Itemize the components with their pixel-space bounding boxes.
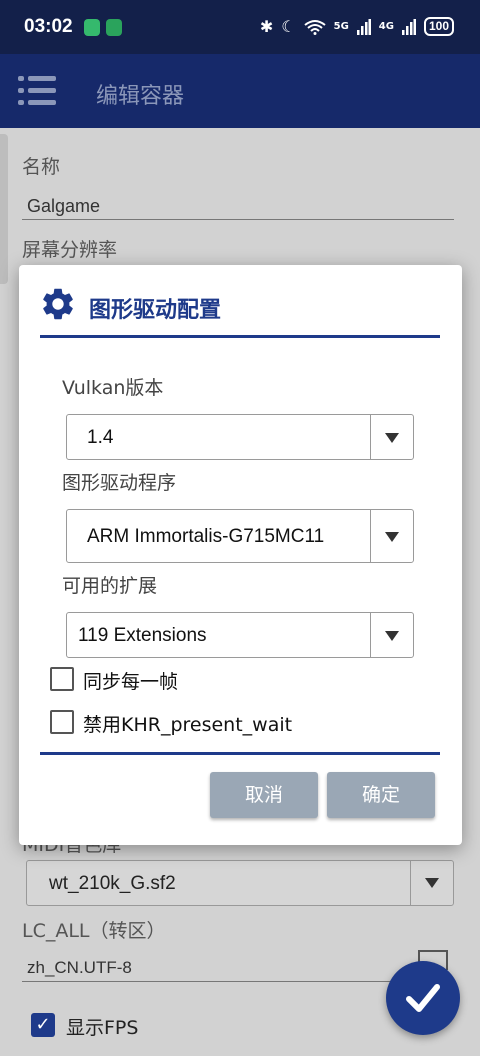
- scrollbar[interactable]: [0, 134, 8, 284]
- extensions-value: 119 Extensions: [78, 625, 207, 646]
- graphics-driver-label: 图形驱动程序: [62, 472, 177, 494]
- signal-4g-icon: 4G: [378, 21, 394, 32]
- lc-all-underline: [22, 981, 392, 982]
- chevron-down-icon: [385, 433, 399, 443]
- lc-all-input[interactable]: zh_CN.UTF-8: [27, 958, 132, 978]
- name-label: 名称: [22, 156, 61, 178]
- checkmark-icon: [406, 984, 440, 1012]
- menu-icon[interactable]: [18, 76, 56, 106]
- name-input[interactable]: Galgame: [27, 196, 100, 217]
- signal-5g-icon: 5G: [333, 21, 349, 32]
- dialog-header-divider: [40, 335, 440, 338]
- midi-value: wt_210k_G.sf2: [49, 873, 176, 894]
- dialog-title: 图形驱动配置: [89, 298, 222, 323]
- resolution-label: 屏幕分辨率: [22, 239, 118, 261]
- vulkan-version-select[interactable]: 1.4: [66, 414, 414, 460]
- select-divider: [370, 613, 371, 657]
- select-divider: [410, 861, 411, 905]
- show-fps-checkbox[interactable]: ✓: [31, 1013, 55, 1037]
- status-icons: ✱ ☾ 5G 4G 100: [260, 17, 454, 36]
- disable-khr-present-wait-checkbox[interactable]: [50, 710, 74, 734]
- battery-icon: 100: [423, 17, 454, 36]
- wifi-icon: [304, 19, 326, 35]
- notification-app-icon: [84, 19, 100, 36]
- graphics-driver-dialog: 图形驱动配置 Vulkan版本 1.4 图形驱动程序 ARM Immortali…: [19, 265, 462, 845]
- name-underline: [22, 219, 454, 220]
- graphics-driver-value: ARM Immortalis-G715MC11: [87, 526, 325, 547]
- vulkan-version-label: Vulkan版本: [62, 377, 164, 399]
- confirm-fab[interactable]: [386, 961, 460, 1035]
- sync-every-frame-checkbox[interactable]: [50, 667, 74, 691]
- vulkan-version-value: 1.4: [87, 427, 114, 448]
- disable-khr-present-wait-label: 禁用KHR_present_wait: [83, 714, 293, 736]
- chevron-down-icon: [385, 631, 399, 641]
- ok-button[interactable]: 确定: [327, 772, 435, 818]
- sync-every-frame-label: 同步每一帧: [83, 671, 179, 693]
- chevron-down-icon: [385, 532, 399, 542]
- notification-music-icon: [106, 19, 122, 36]
- app-bar: 编辑容器: [0, 54, 480, 128]
- status-bar: 03:02 ✱ ☾ 5G 4G 100: [0, 0, 480, 54]
- lc-all-label: LC_ALL（转区）: [22, 920, 166, 942]
- select-divider: [370, 415, 371, 459]
- bluetooth-icon: ✱: [259, 17, 274, 36]
- dialog-footer-divider: [40, 752, 440, 755]
- page-title: 编辑容器: [96, 84, 185, 109]
- graphics-driver-select[interactable]: ARM Immortalis-G715MC11: [66, 509, 414, 563]
- show-fps-label: 显示FPS: [66, 1017, 139, 1039]
- moon-icon: ☾: [281, 17, 296, 36]
- cell-signal-icon: [356, 18, 371, 35]
- select-divider: [370, 510, 371, 562]
- status-time: 03:02: [24, 16, 73, 37]
- midi-select[interactable]: wt_210k_G.sf2: [26, 860, 454, 906]
- extensions-select[interactable]: 119 Extensions: [66, 612, 414, 658]
- gear-icon: [43, 288, 73, 320]
- chevron-down-icon: [425, 878, 439, 888]
- extensions-label: 可用的扩展: [62, 575, 158, 597]
- cancel-button[interactable]: 取消: [210, 772, 318, 818]
- cell-signal-icon: [401, 18, 416, 35]
